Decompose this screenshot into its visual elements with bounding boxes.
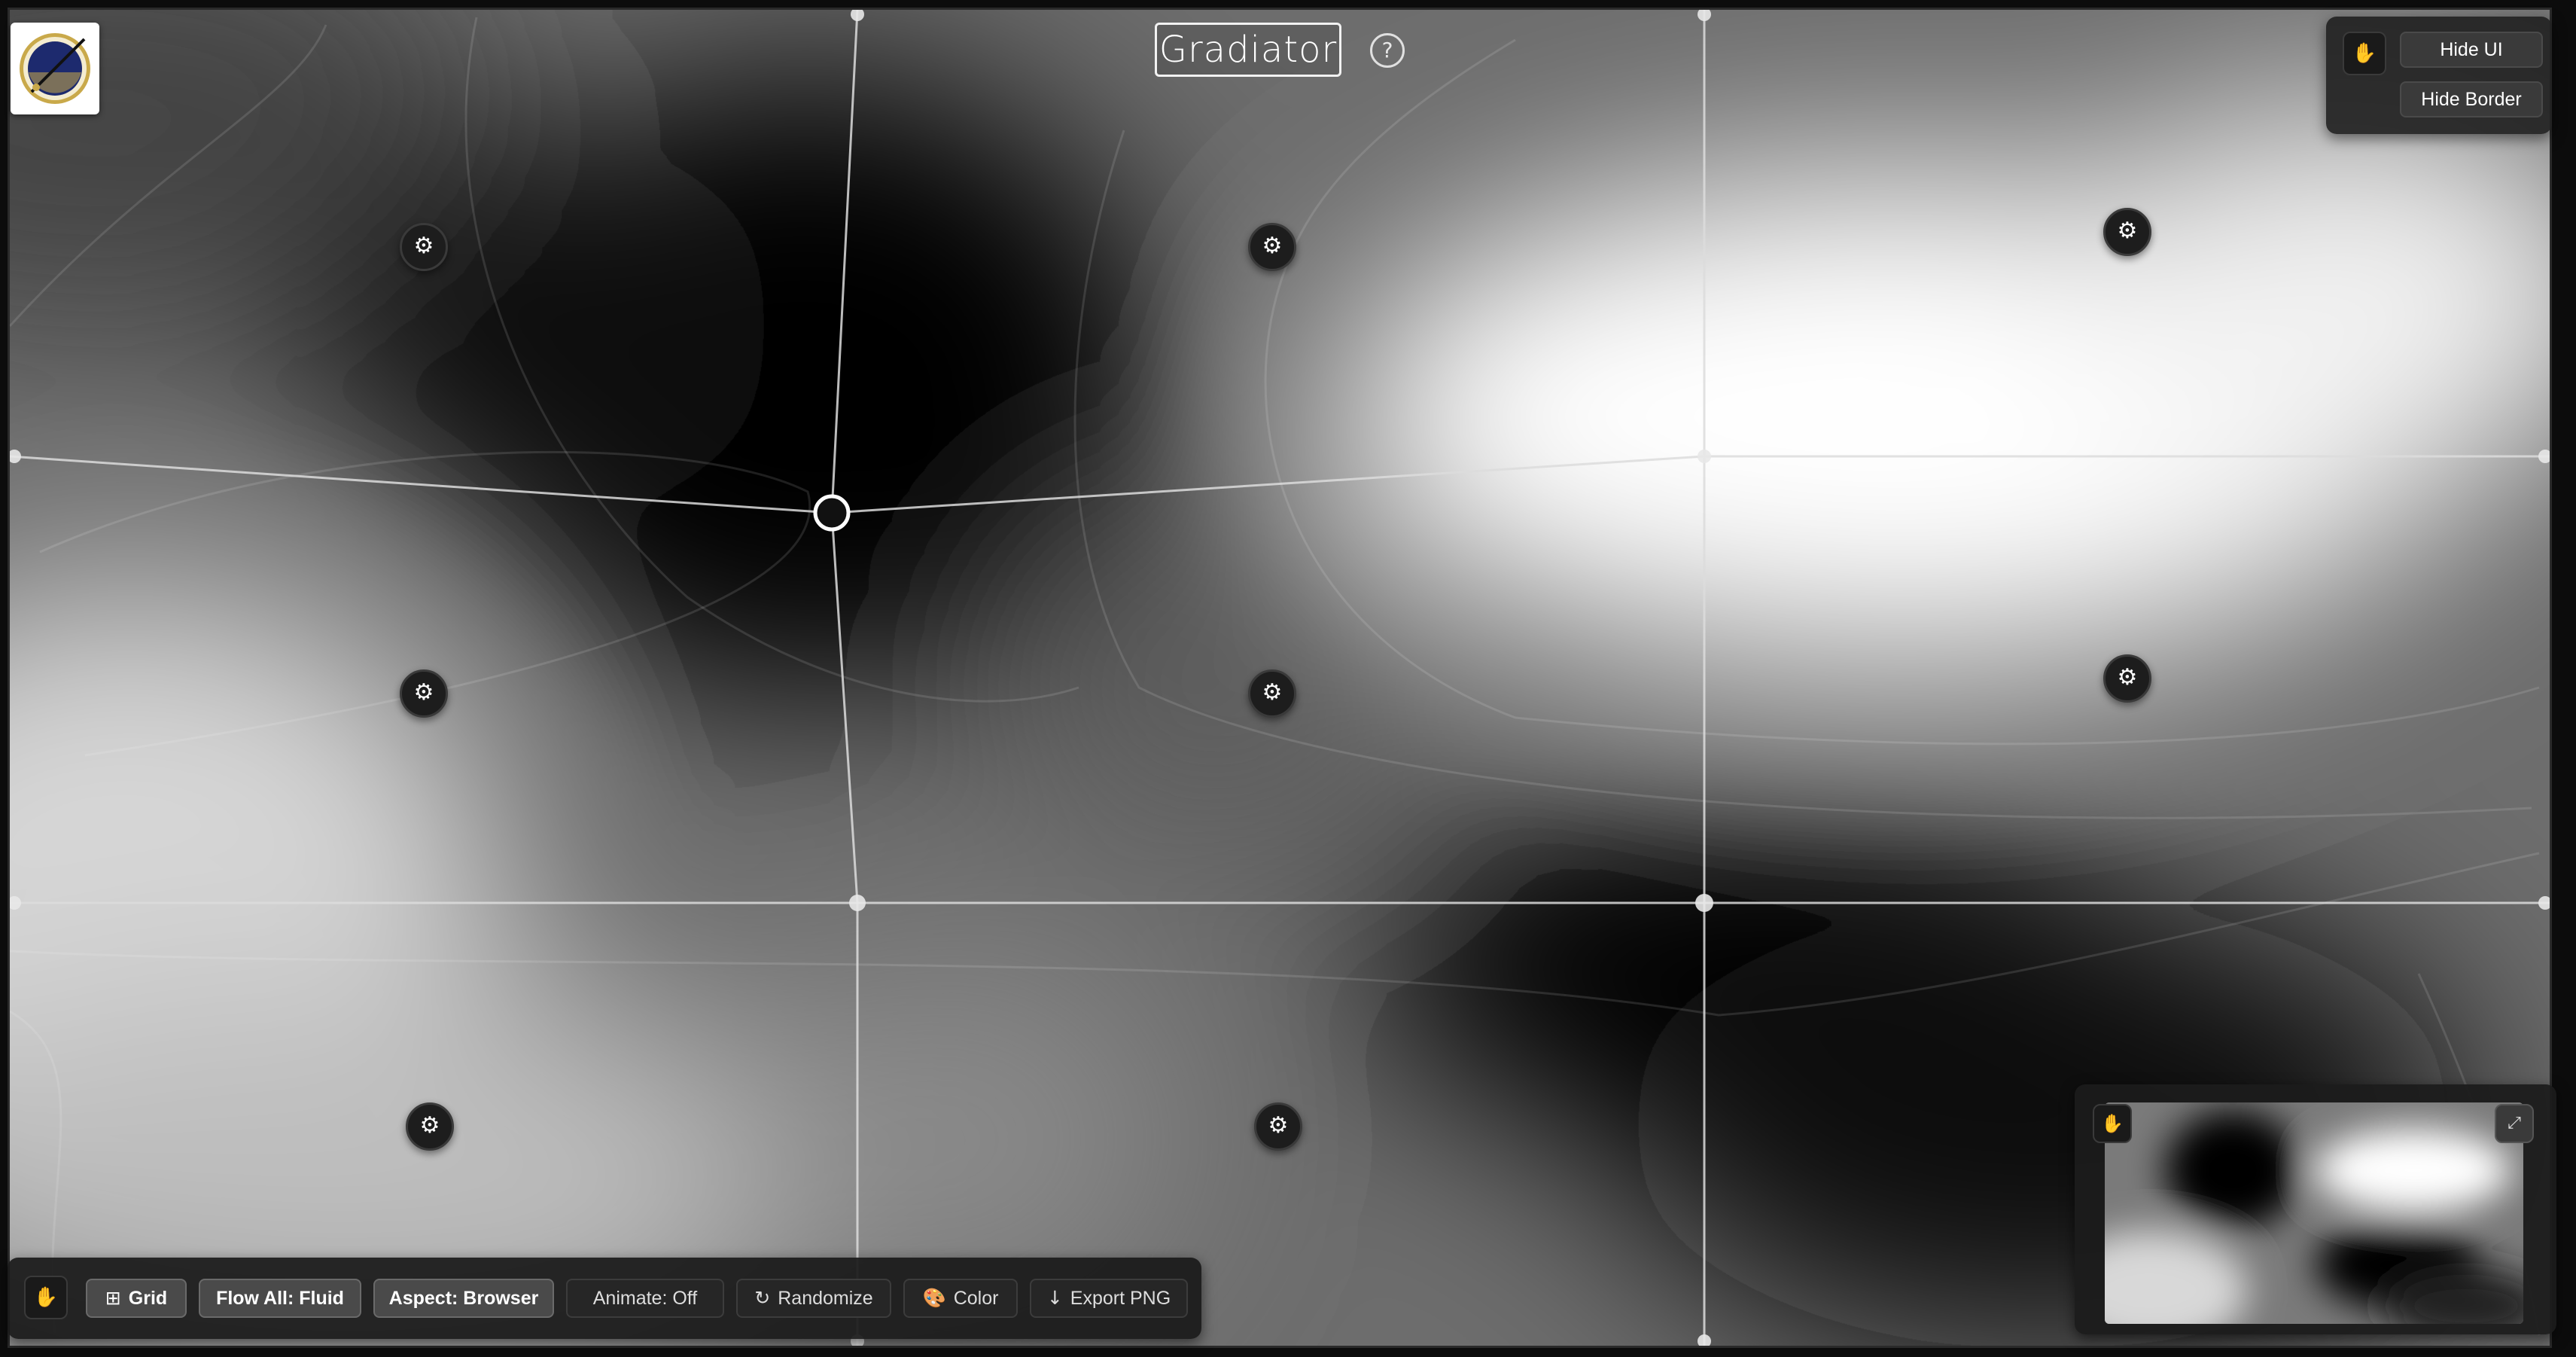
bottom-toolbar: ✋ ⊞ Grid Flow All: Fluid Aspect: Browser … [8,1258,1201,1339]
flow-all-button[interactable]: Flow All: Fluid [199,1279,361,1318]
drag-hand-icon[interactable]: ✋ [2343,32,2386,75]
color-label: Color [953,1288,999,1309]
export-png-label: Export PNG [1070,1288,1171,1309]
expand-icon[interactable]: ⤢ [2495,1104,2534,1143]
grid-icon: ⊞ [105,1287,121,1309]
minimap-preview[interactable] [2105,1102,2523,1324]
tile-settings-gear-icon[interactable]: ⚙ [1248,223,1296,271]
aspect-button[interactable]: Aspect: Browser [373,1279,554,1318]
randomize-button[interactable]: ↻ Randomize [736,1279,891,1318]
palette-icon: 🎨 [922,1287,946,1309]
grid-button[interactable]: ⊞ Grid [86,1279,187,1318]
randomize-icon: ↻ [754,1287,771,1309]
drag-hand-icon[interactable]: ✋ [24,1276,68,1319]
help-icon[interactable]: ? [1370,33,1405,68]
animate-label: Animate: Off [592,1288,698,1309]
export-png-button[interactable]: ↓ Export PNG [1030,1279,1188,1318]
compass-logo-icon [20,33,90,104]
tile-settings-gear-icon[interactable]: ⚙ [2103,654,2151,703]
tile-settings-gear-icon[interactable]: ⚙ [1248,669,1296,718]
app-logo[interactable] [11,23,99,114]
minimap-panel: ✋ ⤢ [2075,1084,2556,1334]
hide-ui-button[interactable]: Hide UI [2400,32,2543,68]
animate-button[interactable]: Animate: Off [566,1279,724,1318]
selected-node-handle [813,494,851,532]
color-button[interactable]: 🎨 Color [903,1279,1018,1318]
grid-button-label: Grid [128,1288,168,1309]
minimap-gradient [2105,1102,2523,1324]
tile-settings-gear-icon[interactable]: ⚙ [406,1102,454,1151]
flow-all-label: Flow All: Fluid [216,1288,344,1309]
tile-settings-gear-icon[interactable]: ⚙ [400,669,448,718]
tile-settings-gear-icon[interactable]: ⚙ [400,223,448,271]
download-arrow-icon: ↓ [1046,1287,1063,1309]
view-options-panel: ✋ Hide UI Hide Border [2326,17,2552,134]
randomize-label: Randomize [778,1288,873,1309]
hide-border-button[interactable]: Hide Border [2400,81,2543,117]
app-title: Gradiator [1155,23,1341,77]
tile-settings-gear-icon[interactable]: ⚙ [2103,208,2151,256]
aspect-label: Aspect: Browser [388,1288,539,1309]
tile-settings-gear-icon[interactable]: ⚙ [1254,1102,1302,1151]
drag-hand-icon[interactable]: ✋ [2093,1104,2132,1143]
